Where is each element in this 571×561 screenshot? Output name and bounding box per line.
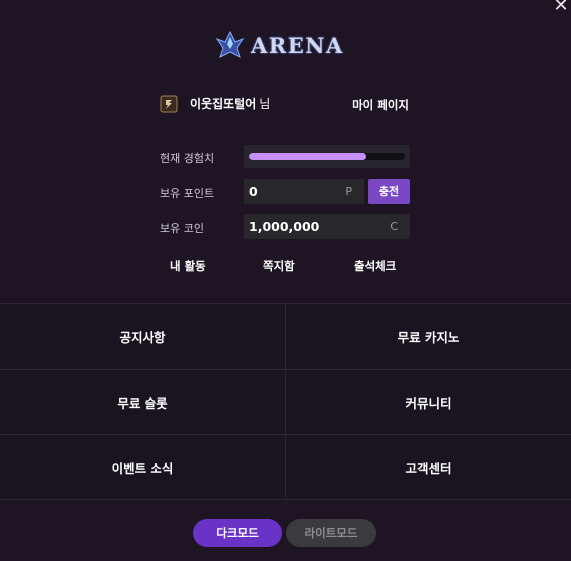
menu-free-casino[interactable]: 무료 카지노: [286, 304, 571, 368]
menu-support[interactable]: 고객센터: [286, 435, 571, 499]
username-suffix: 님: [259, 97, 271, 111]
menu-notice[interactable]: 공지사항: [0, 304, 285, 368]
menu-support-label: 고객센터: [405, 460, 452, 476]
coins-unit: C: [390, 220, 398, 233]
menu-free-casino-label: 무료 카지노: [397, 329, 460, 345]
points-field: 0 P: [244, 179, 364, 204]
menu-notice-label: 공지사항: [119, 329, 166, 345]
menu-free-slots-label: 무료 슬롯: [117, 395, 168, 411]
coins-label: 보유 코인: [160, 222, 204, 235]
points-unit: P: [345, 185, 352, 198]
close-icon[interactable]: ✕: [551, 0, 571, 16]
dark-mode-button[interactable]: 다크모드: [193, 519, 282, 547]
username: 이웃집또털어 님: [190, 95, 270, 112]
username-text: 이웃집또털어: [190, 97, 257, 111]
messages-link[interactable]: 쪽지함: [263, 258, 295, 274]
coins-field: 1,000,000 C: [244, 214, 410, 239]
menu-grid: 공지사항 무료 카지노 무료 슬롯 커뮤니티 이벤트 소식 고객센터: [0, 303, 571, 500]
arena-logo[interactable]: ARENA: [215, 28, 344, 62]
coins-value: 1,000,000: [249, 219, 320, 234]
menu-free-slots[interactable]: 무료 슬롯: [0, 370, 285, 434]
menu-community-label: 커뮤니티: [405, 395, 452, 411]
arena-emblem-icon: [215, 30, 245, 58]
menu-events[interactable]: 이벤트 소식: [0, 435, 285, 499]
light-mode-button[interactable]: 라이트모드: [286, 519, 376, 547]
logo-text: ARENA: [251, 32, 344, 58]
user-info-row: 이웃집또털어 님 마이 페이지: [160, 93, 412, 115]
level-badge-icon: [160, 95, 178, 113]
xp-bar: [244, 145, 410, 168]
points-value: 0: [249, 184, 258, 199]
xp-fill: [249, 153, 366, 160]
attendance-link[interactable]: 출석체크: [354, 258, 396, 274]
my-activity-link[interactable]: 내 활동: [170, 258, 206, 274]
charge-button[interactable]: 충전: [368, 179, 410, 204]
arena-side-panel: ✕ ARENA 이웃집또털어 님 마이 페이지 현재 경험치 보유 포인트 0 P…: [0, 0, 571, 561]
menu-community[interactable]: 커뮤니티: [286, 370, 571, 434]
menu-events-label: 이벤트 소식: [111, 460, 174, 476]
my-page-link[interactable]: 마이 페이지: [352, 97, 409, 113]
points-label: 보유 포인트: [160, 187, 215, 200]
xp-label: 현재 경험치: [160, 152, 215, 165]
xp-track: [249, 153, 405, 160]
